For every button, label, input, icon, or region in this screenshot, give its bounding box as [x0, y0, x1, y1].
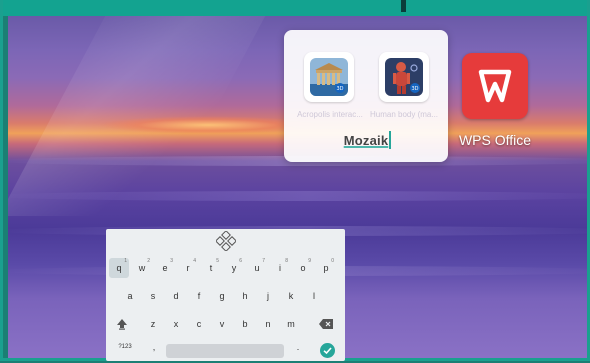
keyboard-row-4: ?123 , . — [106, 337, 345, 358]
key-u[interactable]: u7 — [247, 258, 267, 278]
text-cursor — [389, 131, 391, 149]
key-l[interactable]: l — [304, 286, 324, 306]
human-body-icon: 3D — [385, 58, 423, 96]
key-f[interactable]: f — [189, 286, 209, 306]
keyboard-row-1: q1 w2 e3 r4 t5 y6 u7 i8 o9 p0 — [106, 258, 345, 278]
svg-text:3D: 3D — [336, 86, 343, 92]
folder-name-input[interactable]: Mozaik — [340, 133, 392, 148]
folder-app-label: Acropolis interac... — [297, 110, 363, 119]
key-period[interactable]: . — [288, 337, 308, 357]
key-r[interactable]: r4 — [178, 258, 198, 278]
key-g[interactable]: g — [212, 286, 232, 306]
key-e[interactable]: e3 — [155, 258, 175, 278]
folder-app-acropolis[interactable]: 3D — [304, 52, 354, 102]
key-comma[interactable]: , — [144, 337, 164, 357]
key-j[interactable]: j — [258, 286, 278, 306]
done-button[interactable] — [320, 343, 335, 358]
app-folder-popup: 3D 3D Acropolis interac... Human body (m… — [284, 30, 448, 162]
keyboard-row-3: z x c v b n m — [106, 314, 345, 334]
folder-app-human-body[interactable]: 3D — [379, 52, 429, 102]
key-d[interactable]: d — [166, 286, 186, 306]
key-c[interactable]: c — [189, 314, 209, 334]
symbols-key[interactable]: ?123 — [114, 337, 136, 357]
key-v[interactable]: v — [212, 314, 232, 334]
key-x[interactable]: x — [166, 314, 186, 334]
key-s[interactable]: s — [143, 286, 163, 306]
key-o[interactable]: o9 — [293, 258, 313, 278]
svg-text:3D: 3D — [411, 86, 418, 92]
key-y[interactable]: y6 — [224, 258, 244, 278]
keyboard-move-handle-icon[interactable] — [215, 230, 237, 252]
key-k[interactable]: k — [281, 286, 301, 306]
key-p[interactable]: p0 — [316, 258, 336, 278]
key-a[interactable]: a — [120, 286, 140, 306]
keyboard-row-2: a s d f g h j k l — [106, 286, 345, 306]
key-q[interactable]: q1 — [109, 258, 129, 278]
acropolis-icon: 3D — [310, 58, 348, 96]
key-w[interactable]: w2 — [132, 258, 152, 278]
key-i[interactable]: i8 — [270, 258, 290, 278]
onscreen-keyboard: q1 w2 e3 r4 t5 y6 u7 i8 o9 p0 a s d f g … — [106, 229, 345, 361]
key-t[interactable]: t5 — [201, 258, 221, 278]
wps-office-icon[interactable] — [462, 53, 528, 119]
checkmark-icon — [323, 347, 332, 355]
key-m[interactable]: m — [281, 314, 301, 334]
key-z[interactable]: z — [143, 314, 163, 334]
key-b[interactable]: b — [235, 314, 255, 334]
shift-icon[interactable] — [112, 314, 132, 334]
key-n[interactable]: n — [258, 314, 278, 334]
backspace-icon[interactable] — [316, 314, 336, 334]
folder-app-label: Human body (ma... — [369, 110, 439, 119]
wps-office-label[interactable]: WPS Office — [450, 132, 540, 148]
key-h[interactable]: h — [235, 286, 255, 306]
space-bar[interactable] — [166, 344, 284, 358]
